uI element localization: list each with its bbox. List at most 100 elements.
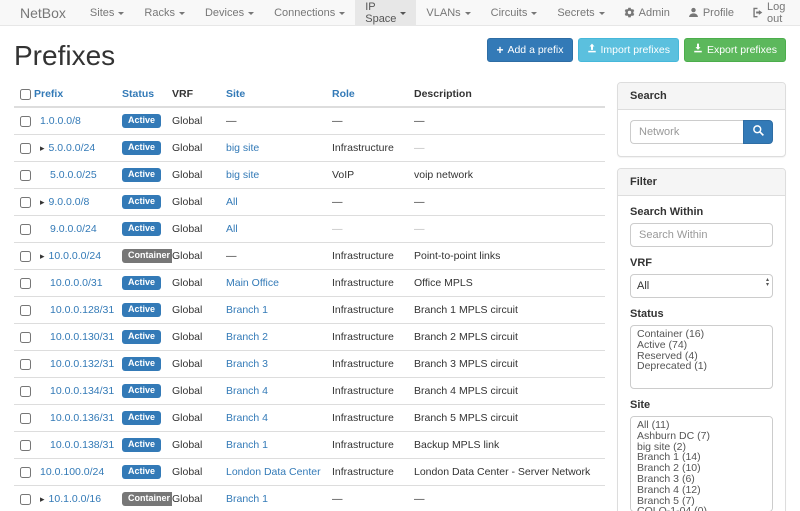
role-cell: Infrastructure (332, 270, 414, 297)
vrf-cell: Global (172, 324, 226, 351)
export-prefixes-button[interactable]: Export prefixes (684, 38, 786, 62)
select-all-checkbox[interactable] (20, 89, 31, 100)
add-prefix-label: Add a prefix (507, 44, 563, 57)
prefix-link[interactable]: 5.0.0.0/24 (49, 142, 96, 154)
row-checkbox[interactable] (20, 224, 31, 235)
column-header-status[interactable]: Status (122, 82, 172, 107)
nav-item-circuits[interactable]: Circuits (481, 0, 548, 25)
prefix-link[interactable]: 10.0.0.128/31 (50, 304, 114, 316)
table-row: 1.0.0.0/8ActiveGlobal——— (14, 107, 605, 135)
row-checkbox[interactable] (20, 305, 31, 316)
row-checkbox[interactable] (20, 440, 31, 451)
search-input[interactable] (630, 120, 743, 144)
row-checkbox[interactable] (20, 386, 31, 397)
column-header-prefix[interactable]: Prefix (34, 82, 122, 107)
prefix-link[interactable]: 10.1.0.0/16 (49, 493, 102, 505)
prefix-link[interactable]: 10.0.0.134/31 (50, 385, 114, 397)
column-header-role[interactable]: Role (332, 82, 414, 107)
site-link[interactable]: Branch 2 (226, 331, 268, 343)
site-option[interactable]: Ashburn DC (7) (631, 431, 772, 442)
prefix-link[interactable]: 5.0.0.0/25 (50, 169, 97, 181)
plus-icon: + (496, 45, 503, 55)
add-prefix-button[interactable]: + Add a prefix (487, 38, 572, 62)
row-checkbox[interactable] (20, 116, 31, 127)
site-link[interactable]: Branch 1 (226, 304, 268, 316)
row-checkbox[interactable] (20, 278, 31, 289)
status-listbox[interactable]: Container (16)Active (74)Reserved (4)Dep… (630, 325, 773, 389)
nav-item-ip-space[interactable]: IP Space (355, 0, 416, 25)
status-badge: Active (122, 168, 161, 182)
prefix-link[interactable]: 10.0.0.132/31 (50, 358, 114, 370)
row-checkbox-cell (14, 297, 34, 324)
site-link[interactable]: big site (226, 142, 259, 154)
row-checkbox[interactable] (20, 359, 31, 370)
row-checkbox[interactable] (20, 332, 31, 343)
prefix-link[interactable]: 9.0.0.0/24 (50, 223, 97, 235)
row-checkbox[interactable] (20, 143, 31, 154)
nav-log-out[interactable]: Log out (743, 0, 794, 25)
site-link[interactable]: All (226, 223, 238, 235)
row-checkbox[interactable] (20, 494, 31, 505)
nav-item-secrets[interactable]: Secrets (547, 0, 614, 25)
vrf-cell: Global (172, 297, 226, 324)
status-cell: Active (122, 459, 172, 486)
nav-item-devices[interactable]: Devices (195, 0, 264, 25)
site-listbox[interactable]: All (11)Ashburn DC (7)big site (2)Branch… (630, 416, 773, 511)
prefix-link[interactable]: 10.0.0.0/31 (50, 277, 103, 289)
site-option[interactable]: Branch 4 (12) (631, 485, 772, 496)
nav-right-label: Profile (703, 7, 734, 19)
site-link[interactable]: Branch 4 (226, 412, 268, 424)
row-checkbox[interactable] (20, 467, 31, 478)
prefix-link[interactable]: 1.0.0.0/8 (40, 115, 81, 127)
status-badge: Active (122, 276, 161, 290)
page-header: Prefixes + Add a prefix Import prefixes … (14, 36, 786, 82)
sidebar: Search Filter Search Within VRF (617, 82, 786, 511)
status-option[interactable]: Active (74) (631, 340, 772, 351)
column-header-site[interactable]: Site (226, 82, 332, 107)
site-link[interactable]: All (226, 196, 238, 208)
app-logo[interactable]: NetBox (0, 0, 80, 25)
navbar-menu: SitesRacksDevicesConnectionsIP SpaceVLAN… (80, 0, 615, 25)
site-cell: Branch 2 (226, 324, 332, 351)
search-button[interactable] (743, 120, 773, 144)
site-option[interactable]: COLO-1-04 (0) (631, 506, 772, 511)
status-cell: Active (122, 162, 172, 189)
vrf-select[interactable]: All (630, 274, 773, 298)
table-row: ▸5.0.0.0/24ActiveGlobalbig siteInfrastru… (14, 135, 605, 162)
site-link[interactable]: Branch 4 (226, 385, 268, 397)
nav-item-vlans[interactable]: VLANs (416, 0, 480, 25)
row-checkbox[interactable] (20, 197, 31, 208)
row-checkbox[interactable] (20, 251, 31, 262)
row-checkbox[interactable] (20, 170, 31, 181)
site-link[interactable]: Branch 3 (226, 358, 268, 370)
search-within-input[interactable] (630, 223, 773, 247)
site-link[interactable]: Branch 1 (226, 439, 268, 451)
site-link[interactable]: Main Office (226, 277, 279, 289)
site-label: Site (630, 399, 773, 411)
site-link[interactable]: big site (226, 169, 259, 181)
site-link[interactable]: London Data Center (226, 466, 321, 478)
nav-item-sites[interactable]: Sites (80, 0, 134, 25)
gear-icon (624, 7, 635, 18)
content: PrefixStatusVRFSiteRoleDescription 1.0.0… (14, 82, 786, 511)
prefix-cell: 10.0.0.130/31 (34, 324, 122, 351)
prefix-link[interactable]: 10.0.0.130/31 (50, 331, 114, 343)
prefix-link[interactable]: 10.0.0.0/24 (49, 250, 102, 262)
prefix-link[interactable]: 10.0.0.138/31 (50, 439, 114, 451)
prefix-link[interactable]: 10.0.0.136/31 (50, 412, 114, 424)
row-checkbox[interactable] (20, 413, 31, 424)
prefix-cell: 1.0.0.0/8 (34, 107, 122, 135)
prefix-link[interactable]: 10.0.100.0/24 (40, 466, 104, 478)
site-link[interactable]: Branch 1 (226, 493, 268, 505)
nav-profile[interactable]: Profile (679, 0, 743, 25)
nav-item-racks[interactable]: Racks (134, 0, 195, 25)
nav-item-connections[interactable]: Connections (264, 0, 355, 25)
import-prefixes-button[interactable]: Import prefixes (578, 38, 679, 62)
vrf-cell: Global (172, 432, 226, 459)
chevron-down-icon (248, 12, 254, 15)
site-cell: All (226, 216, 332, 243)
nav-admin[interactable]: Admin (615, 0, 679, 25)
status-option[interactable]: Deprecated (1) (631, 361, 772, 372)
search-icon (752, 124, 765, 140)
prefix-link[interactable]: 9.0.0.0/8 (49, 196, 90, 208)
